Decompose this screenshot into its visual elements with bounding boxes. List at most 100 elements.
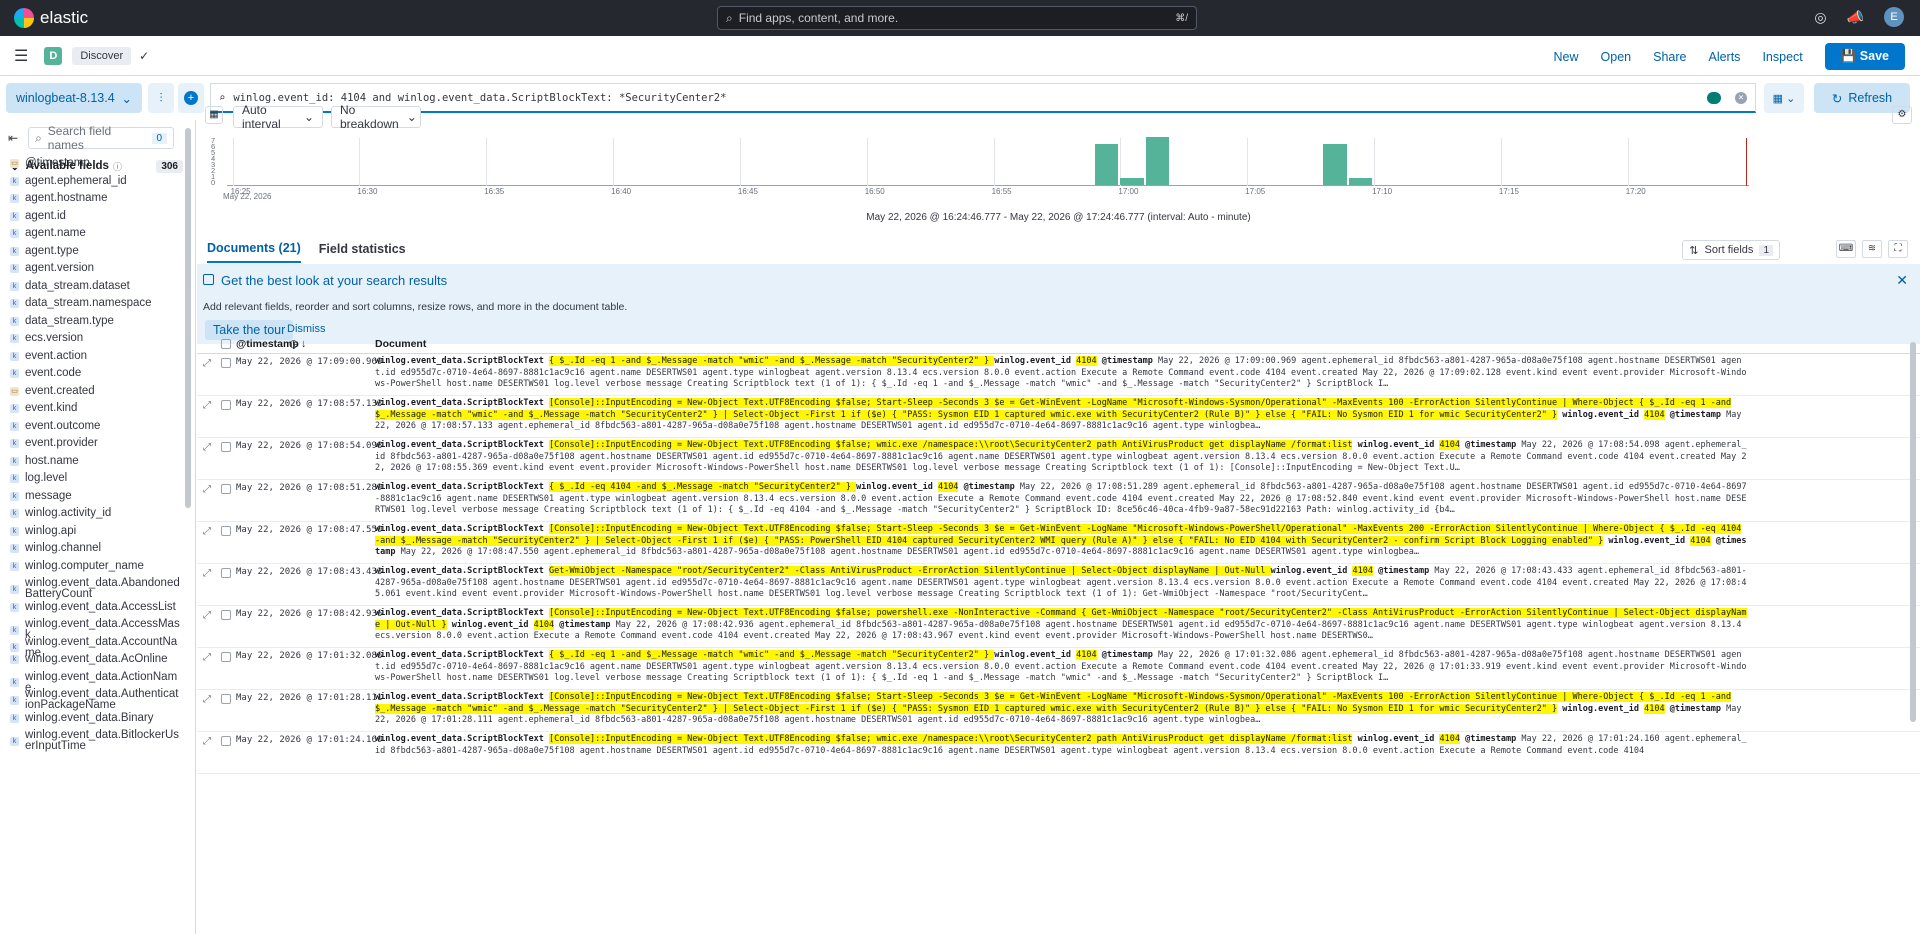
field-item[interactable]: k event.code (10, 367, 180, 379)
expand-icon[interactable]: ⤢ (203, 526, 211, 537)
clear-icon[interactable]: × (1735, 91, 1747, 104)
share-button[interactable]: Share (1653, 50, 1686, 64)
menu-icon[interactable]: ☰ (14, 46, 28, 66)
row-checkbox[interactable] (221, 610, 231, 620)
close-icon[interactable]: ✕ (1896, 272, 1908, 289)
field-item[interactable]: k winlog.channel (10, 542, 180, 554)
row-checkbox[interactable] (221, 694, 231, 704)
expand-icon[interactable]: ⤢ (203, 400, 211, 411)
tab-documents[interactable]: Documents (21) (207, 235, 301, 263)
field-item[interactable]: k winlog.event_data.AuthenticationPackage… (10, 688, 180, 711)
histogram-bar[interactable] (1348, 178, 1373, 185)
news-icon[interactable]: 📣 (1847, 9, 1864, 26)
field-item[interactable]: k agent.id (10, 210, 180, 222)
tab-field-statistics[interactable]: Field statistics (319, 236, 406, 262)
new-button[interactable]: New (1554, 50, 1579, 64)
field-item[interactable]: k winlog.activity_id (10, 507, 180, 519)
field-item[interactable]: k winlog.event_data.Binary (10, 712, 180, 724)
histogram-bar[interactable] (1095, 143, 1119, 185)
field-item[interactable]: k winlog.api (10, 525, 180, 537)
expand-icon[interactable]: ⤢ (203, 736, 211, 747)
filter-menu-button[interactable]: ⫶ (148, 83, 174, 113)
expand-icon[interactable]: ⤢ (203, 610, 211, 621)
table-row[interactable]: ⤢ May 22, 2026 @ 17:08:51.289 winlog.event… (197, 480, 1920, 522)
field-item[interactable]: k agent.version (10, 262, 180, 274)
table-row[interactable]: ⤢ May 22, 2026 @ 17:08:57.133 winlog.event… (197, 396, 1920, 438)
field-item[interactable]: k agent.name (10, 227, 180, 239)
table-scrollbar[interactable] (1910, 342, 1916, 722)
kql-query-input[interactable]: ⌕ winlog.event_id: 4104 and winlog.event… (210, 83, 1756, 113)
expand-icon[interactable]: ⤢ (203, 358, 211, 369)
field-item[interactable]: k winlog.event_data.AccessList (10, 601, 180, 613)
alerts-button[interactable]: Alerts (1708, 50, 1740, 64)
field-item[interactable]: k data_stream.type (10, 315, 180, 327)
table-row[interactable]: ⤢ May 22, 2026 @ 17:01:32.086 winlog.event… (197, 648, 1920, 690)
row-checkbox[interactable] (221, 400, 231, 410)
histogram-bar[interactable] (1323, 143, 1347, 185)
field-item[interactable]: k winlog.computer_name (10, 560, 180, 572)
field-item[interactable]: k log.level (10, 472, 180, 484)
field-item[interactable]: k host.name (10, 455, 180, 467)
table-row[interactable]: ⤢ May 22, 2026 @ 17:01:24.160 winlog.event… (197, 732, 1920, 774)
row-checkbox[interactable] (221, 358, 231, 368)
table-row[interactable]: ⤢ May 22, 2026 @ 17:09:00.969 winlog.event… (197, 354, 1920, 396)
table-row[interactable]: ⤢ May 22, 2026 @ 17:08:43.433 winlog.event… (197, 564, 1920, 606)
inspect-button[interactable]: Inspect (1762, 50, 1802, 64)
fullscreen-icon[interactable]: ⛶ (1888, 240, 1908, 258)
elastic-logo[interactable]: elastic (14, 8, 88, 28)
field-item[interactable]: k event.provider (10, 437, 180, 449)
field-item[interactable]: k winlog.event_data.BitlockerUserInputTim… (10, 729, 180, 752)
date-picker-button[interactable]: ▦ ⌄ (1764, 83, 1804, 113)
space-avatar[interactable]: D (44, 46, 63, 65)
histogram-bar[interactable] (1120, 178, 1144, 185)
row-checkbox[interactable] (221, 736, 231, 746)
col-document[interactable]: Document (375, 338, 426, 350)
table-row[interactable]: ⤢ May 22, 2026 @ 17:08:42.936 winlog.event… (197, 606, 1920, 648)
field-item[interactable]: k data_stream.namespace (10, 297, 180, 309)
row-checkbox[interactable] (221, 526, 231, 536)
field-item[interactable]: k data_stream.dataset (10, 280, 180, 292)
histogram-bar[interactable] (1145, 137, 1170, 185)
field-item[interactable]: k agent.hostname (10, 192, 180, 204)
sidebar-scrollbar[interactable] (185, 128, 191, 508)
keyboard-icon[interactable]: ⌨ (1836, 240, 1856, 258)
row-checkbox[interactable] (221, 652, 231, 662)
sort-fields-button[interactable]: ⇅ Sort fields 1 (1682, 240, 1780, 260)
open-button[interactable]: Open (1601, 50, 1632, 64)
data-view-picker[interactable]: winlogbeat-8.13.4 ⌄ (6, 83, 142, 113)
display-options-icon[interactable]: ≋ (1862, 240, 1882, 258)
expand-icon[interactable]: ⤢ (203, 568, 211, 579)
table-row[interactable]: ⤢ May 22, 2026 @ 17:08:47.550 winlog.event… (197, 522, 1920, 564)
save-button[interactable]: 💾 Save (1824, 43, 1905, 70)
field-item[interactable]: k event.outcome (10, 420, 180, 432)
field-item[interactable]: k agent.ephemeral_id (10, 175, 180, 187)
add-filter-button[interactable]: + (178, 83, 204, 113)
field-item[interactable]: ▭ @timestamp (10, 157, 180, 169)
histogram-plot-area[interactable] (227, 137, 1749, 186)
field-item[interactable]: k winlog.event_data.AcOnline (10, 653, 180, 665)
field-item[interactable]: ▭ event.created (10, 385, 180, 397)
row-checkbox[interactable] (221, 568, 231, 578)
breadcrumb[interactable]: Discover (72, 46, 132, 65)
select-all-checkbox[interactable] (221, 338, 231, 349)
collapse-sidebar-icon[interactable]: ⇤ (8, 131, 18, 145)
field-item[interactable]: k event.action (10, 350, 180, 362)
help-icon[interactable]: ◎ (1814, 9, 1826, 26)
avatar[interactable]: E (1884, 7, 1904, 27)
field-item[interactable]: k ecs.version (10, 332, 180, 344)
expand-icon[interactable]: ⤢ (203, 694, 211, 705)
field-filter-count[interactable]: 0 (151, 132, 168, 144)
table-row[interactable]: ⤢ May 22, 2026 @ 17:01:28.111 winlog.event… (197, 690, 1920, 732)
table-row[interactable]: ⤢ May 22, 2026 @ 17:08:54.098 winlog.event… (197, 438, 1920, 480)
field-item[interactable]: k agent.type (10, 245, 180, 257)
row-checkbox[interactable] (221, 442, 231, 452)
expand-icon[interactable]: ⤢ (203, 442, 211, 453)
field-item[interactable]: k winlog.event_data.AbandonedBatteryCount (10, 577, 180, 600)
field-item[interactable]: k message (10, 490, 180, 502)
global-search-input[interactable]: ⌕ Find apps, content, and more. ⌘/ (717, 6, 1197, 30)
sort-desc-icon[interactable]: ↓ (301, 338, 306, 350)
assistant-icon[interactable] (1707, 91, 1721, 104)
expand-icon[interactable]: ⤢ (203, 484, 211, 495)
expand-icon[interactable]: ⤢ (203, 652, 211, 663)
row-checkbox[interactable] (221, 484, 231, 494)
